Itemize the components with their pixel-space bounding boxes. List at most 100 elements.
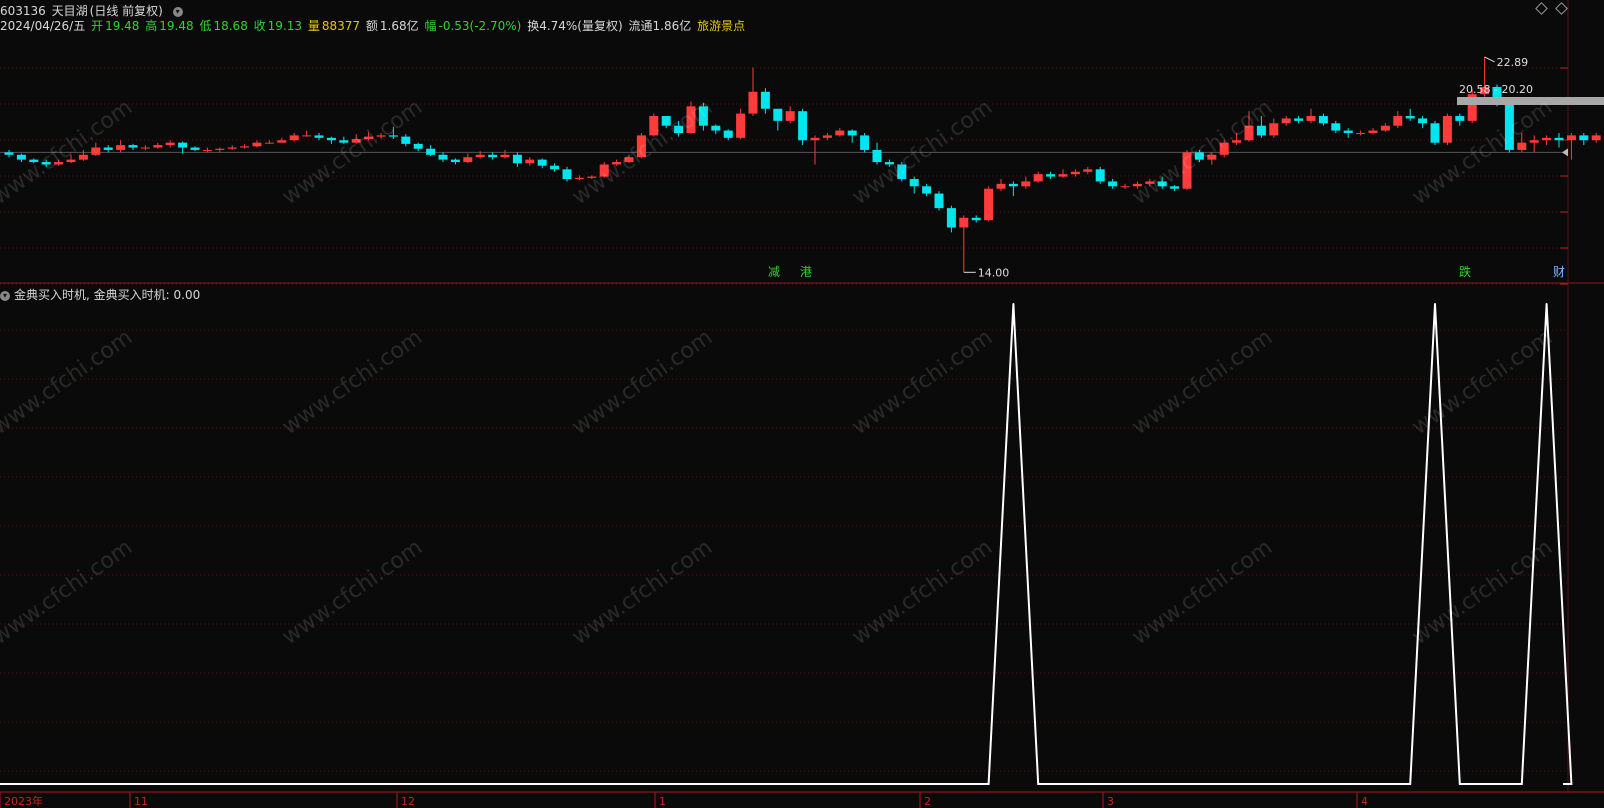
candle-body[interactable] (1306, 116, 1316, 121)
candle-body[interactable] (116, 145, 126, 150)
candle-body[interactable] (153, 145, 163, 148)
candle-body[interactable] (1120, 186, 1130, 188)
candle-body[interactable] (202, 149, 212, 151)
candle-body[interactable] (351, 139, 361, 143)
candle-body[interactable] (1145, 181, 1155, 184)
candle-body[interactable] (550, 165, 560, 170)
candle-body[interactable] (996, 183, 1006, 189)
candle-body[interactable] (698, 106, 708, 126)
candle-body[interactable] (971, 217, 981, 221)
note-label-3[interactable]: 跌 (1459, 263, 1471, 280)
candle-body[interactable] (215, 148, 225, 150)
candle-body[interactable] (810, 137, 820, 141)
candle-body[interactable] (252, 142, 262, 147)
candle-body[interactable] (413, 143, 423, 149)
candle-body[interactable] (1579, 135, 1589, 141)
chart-period[interactable]: (日线 前复权) (90, 4, 163, 18)
candle-body[interactable] (1318, 116, 1328, 124)
candle-body[interactable] (1095, 169, 1105, 182)
candle-body[interactable] (54, 162, 64, 165)
candle-body[interactable] (847, 130, 857, 136)
candle-body[interactable] (934, 193, 944, 209)
candle-body[interactable] (1244, 125, 1254, 141)
candle-body[interactable] (599, 164, 609, 177)
candle-body[interactable] (1256, 125, 1266, 136)
candle-body[interactable] (1182, 152, 1192, 189)
candle-body[interactable] (1418, 118, 1428, 124)
candle-body[interactable] (66, 159, 76, 163)
candle-body[interactable] (1517, 142, 1527, 150)
candle-body[interactable] (438, 154, 448, 160)
candle-body[interactable] (649, 116, 659, 136)
candle-body[interactable] (512, 154, 522, 164)
candle-body[interactable] (314, 135, 324, 138)
candle-body[interactable] (227, 147, 237, 149)
candle-body[interactable] (1529, 140, 1539, 143)
candle-body[interactable] (562, 169, 572, 180)
candle-body[interactable] (1566, 135, 1576, 141)
candle-body[interactable] (748, 91, 758, 114)
candle-body[interactable] (1504, 101, 1514, 150)
dropdown-icon[interactable]: ▾ (172, 6, 183, 17)
candle-body[interactable] (376, 135, 386, 137)
candle-body[interactable] (525, 159, 535, 164)
candle-body[interactable] (1455, 116, 1465, 121)
candle-body[interactable] (16, 154, 26, 160)
candle-body[interactable] (78, 154, 88, 160)
candle-body[interactable] (488, 154, 498, 158)
chart-canvas[interactable]: 22.8914.0020.58 - 20.202023年 11 12 1 2 3 4 (0, 0, 1604, 808)
candle-body[interactable] (140, 147, 150, 149)
candle-body[interactable] (1207, 154, 1217, 160)
candle-body[interactable] (760, 91, 770, 109)
candle-body[interactable] (624, 157, 634, 163)
candle-body[interactable] (364, 136, 374, 140)
candle-body[interactable] (736, 113, 746, 138)
candle-body[interactable] (1380, 125, 1390, 131)
candle-body[interactable] (1442, 116, 1452, 143)
candle-body[interactable] (1393, 116, 1403, 126)
candle-body[interactable] (1591, 135, 1601, 141)
candle-body[interactable] (822, 135, 832, 138)
candle-body[interactable] (574, 177, 584, 180)
candle-body[interactable] (984, 188, 994, 221)
candle-body[interactable] (1083, 169, 1093, 172)
candle-body[interactable] (128, 145, 138, 148)
candle-body[interactable] (723, 130, 733, 138)
candle-body[interactable] (388, 135, 398, 137)
candle-body[interactable] (872, 149, 882, 163)
candle-body[interactable] (240, 146, 250, 148)
candle-body[interactable] (959, 217, 969, 228)
candle-body[interactable] (91, 147, 101, 155)
note-label-4[interactable]: 财 (1553, 263, 1565, 280)
candle-body[interactable] (711, 125, 721, 131)
candle-body[interactable] (674, 125, 684, 133)
candle-body[interactable] (1157, 181, 1167, 187)
candle-body[interactable] (1281, 118, 1291, 124)
indicator-line[interactable] (0, 303, 1573, 785)
candle-body[interactable] (302, 135, 312, 137)
candle-body[interactable] (1269, 123, 1279, 136)
candle-body[interactable] (326, 137, 336, 141)
candle-body[interactable] (165, 142, 175, 146)
indicator-settings-icon[interactable]: ▾ (0, 290, 10, 301)
candle-body[interactable] (190, 147, 200, 150)
candle-body[interactable] (1294, 118, 1304, 121)
note-label-1[interactable]: 减 (768, 263, 780, 280)
candle-body[interactable] (277, 140, 287, 143)
candle-body[interactable] (1232, 140, 1242, 143)
sector-link[interactable]: 旅游景点 (697, 19, 745, 33)
candle-body[interactable] (1132, 183, 1142, 187)
candle-body[interactable] (1108, 181, 1118, 187)
candle-body[interactable] (537, 159, 547, 166)
candle-body[interactable] (686, 106, 696, 133)
candle-body[interactable] (1405, 116, 1415, 119)
candle-body[interactable] (1033, 174, 1043, 182)
candle-body[interactable] (426, 148, 436, 155)
candle-body[interactable] (264, 142, 274, 144)
candle-body[interactable] (1554, 137, 1564, 141)
candle-body[interactable] (1058, 174, 1068, 177)
candle-body[interactable] (835, 130, 845, 136)
candle-body[interactable] (1368, 130, 1378, 133)
candle-body[interactable] (773, 108, 783, 121)
candle-body[interactable] (401, 136, 411, 144)
